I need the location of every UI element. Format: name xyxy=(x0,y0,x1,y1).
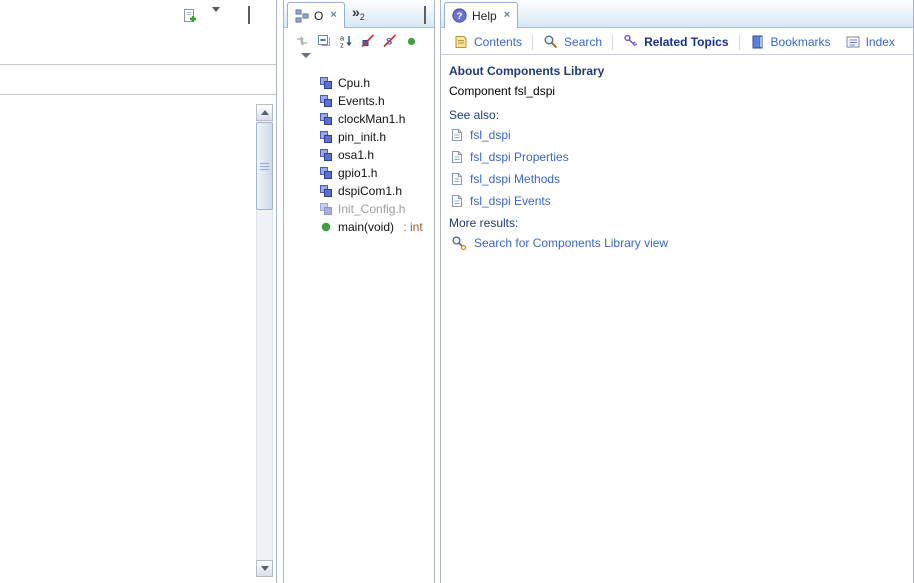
scroll-down-button[interactable] xyxy=(256,560,273,577)
hide-fields-icon[interactable] xyxy=(359,33,376,50)
scrollbar-thumb[interactable] xyxy=(256,122,273,210)
divider-line xyxy=(0,94,276,95)
scroll-up-button[interactable] xyxy=(256,104,273,121)
list-item[interactable]: osa1.h xyxy=(284,146,434,164)
editor-toolbar xyxy=(0,6,276,26)
header-file-icon xyxy=(320,113,332,125)
collapse-all-icon[interactable] xyxy=(315,33,332,50)
search-components-row[interactable]: Search for Components Library view xyxy=(449,232,905,254)
outline-toolbar: a z S xyxy=(284,30,434,52)
header-file-icon xyxy=(320,95,332,107)
search-icon xyxy=(543,34,559,50)
bookmarks-icon xyxy=(750,34,766,50)
return-type-label: : int xyxy=(400,220,423,234)
search-view-icon xyxy=(451,235,467,251)
maximize-icon[interactable] xyxy=(248,6,250,24)
contents-button[interactable]: Contents xyxy=(453,34,522,50)
maximize-icon[interactable] xyxy=(424,6,426,24)
help-topic-link[interactable]: fsl_dspi Events xyxy=(470,194,551,208)
tab-help-label: Help xyxy=(472,8,497,23)
see-also-label: See also: xyxy=(449,108,500,122)
index-button[interactable]: Index xyxy=(845,34,895,50)
help-link-row[interactable]: fsl_dspi xyxy=(449,124,905,146)
bookmarks-button[interactable]: Bookmarks xyxy=(750,34,831,50)
more-results-label: More results: xyxy=(449,216,519,230)
editor-panel xyxy=(0,0,277,583)
outline-minmax-cluster xyxy=(412,6,426,24)
header-file-icon xyxy=(320,203,332,215)
help-tabbar: ? Help × xyxy=(441,0,913,28)
related-topics-icon xyxy=(623,34,639,50)
header-file-icon xyxy=(320,131,332,143)
list-item[interactable]: Cpu.h xyxy=(284,74,434,92)
search-button[interactable]: Search xyxy=(543,34,602,50)
svg-text:z: z xyxy=(340,41,344,50)
header-file-icon xyxy=(320,149,332,161)
related-topics-button[interactable]: Related Topics xyxy=(623,34,729,50)
outline-list: Cpu.h Events.h clockMan1.h pin_init.h os… xyxy=(284,74,434,236)
tab-outline-label: O xyxy=(314,8,324,23)
toolbar-overflow-icon[interactable] xyxy=(301,53,311,72)
show-public-icon[interactable] xyxy=(403,33,420,50)
help-link-row[interactable]: fsl_dspi Events xyxy=(449,190,905,212)
list-item[interactable]: gpio1.h xyxy=(284,164,434,182)
svg-text:?: ? xyxy=(457,11,463,22)
outline-view-icon xyxy=(295,9,309,23)
outline-tabbar: O × » 2 xyxy=(284,0,434,28)
help-view: ? Help × Contents Search Related Topics … xyxy=(440,0,914,583)
help-content: About Components Library Component fsl_d… xyxy=(441,56,913,583)
header-file-icon xyxy=(320,167,332,179)
toolbar-separator xyxy=(612,33,614,50)
tab-outline[interactable]: O × xyxy=(287,2,345,28)
divider-line xyxy=(0,64,276,65)
help-icon: ? xyxy=(452,8,467,23)
sort-icon[interactable]: a z xyxy=(337,33,354,50)
outline-view: O × » 2 a z Cpu.h Events.h clockMan1.h p… xyxy=(283,0,435,583)
list-item[interactable]: clockMan1.h xyxy=(284,110,434,128)
document-icon xyxy=(451,150,463,164)
document-icon xyxy=(451,172,463,186)
vertical-scrollbar[interactable] xyxy=(256,104,273,577)
header-file-icon xyxy=(320,77,332,89)
help-link-row[interactable]: fsl_dspi Properties xyxy=(449,146,905,168)
component-line: Component fsl_dspi xyxy=(449,84,556,98)
tab-help[interactable]: ? Help × xyxy=(444,2,519,28)
list-item[interactable]: main(void) : int xyxy=(284,218,434,236)
list-item[interactable]: Init_Config.h xyxy=(284,200,434,218)
new-item-icon[interactable] xyxy=(182,8,197,23)
close-icon[interactable]: × xyxy=(504,10,510,21)
contents-book-icon xyxy=(453,34,469,50)
document-icon xyxy=(451,194,463,208)
index-icon xyxy=(845,34,861,50)
toolbar-separator xyxy=(738,33,740,50)
public-method-icon xyxy=(320,221,332,233)
search-components-link[interactable]: Search for Components Library view xyxy=(474,236,668,250)
help-link-row[interactable]: fsl_dspi Methods xyxy=(449,168,905,190)
close-icon[interactable]: × xyxy=(330,10,336,21)
list-item[interactable]: dspiCom1.h xyxy=(284,182,434,200)
list-item[interactable]: pin_init.h xyxy=(284,128,434,146)
help-topic-link[interactable]: fsl_dspi xyxy=(470,128,511,142)
header-file-icon xyxy=(320,185,332,197)
help-topic-link[interactable]: fsl_dspi Properties xyxy=(470,150,569,164)
document-icon xyxy=(451,128,463,142)
page-title: About Components Library xyxy=(449,64,605,78)
view-menu-icon[interactable] xyxy=(212,7,220,26)
link-with-editor-icon[interactable] xyxy=(293,33,310,50)
eclipse-workbench: O × » 2 a z Cpu.h Events.h clockMan1.h p… xyxy=(0,0,914,583)
help-toolbar: Contents Search Related Topics Bookmarks… xyxy=(441,29,913,55)
tab-overflow-chevron[interactable]: » 2 xyxy=(352,5,365,22)
hide-static-icon[interactable]: S xyxy=(381,33,398,50)
list-item[interactable]: Events.h xyxy=(284,92,434,110)
help-topic-link[interactable]: fsl_dspi Methods xyxy=(470,172,560,186)
toolbar-separator xyxy=(532,33,534,50)
